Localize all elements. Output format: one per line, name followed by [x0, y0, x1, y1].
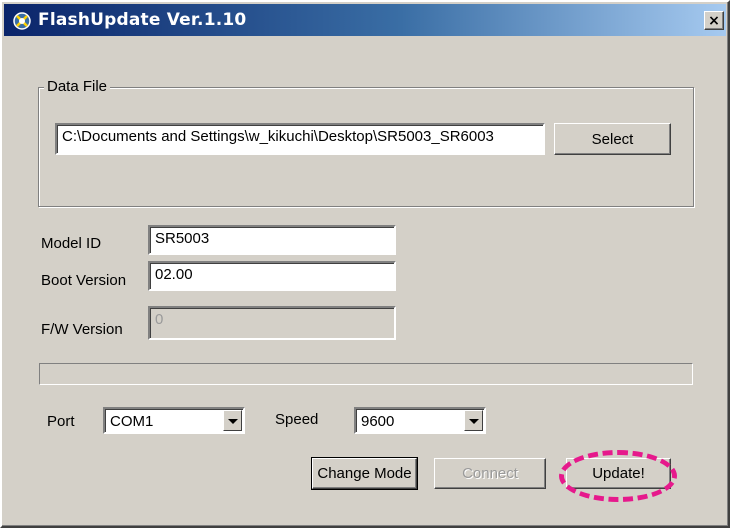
connect-button: Connect: [434, 458, 546, 489]
port-selected-value: COM1: [110, 413, 154, 430]
fw-version-field: 0: [148, 306, 396, 340]
change-mode-button[interactable]: Change Mode: [311, 457, 418, 490]
model-id-field[interactable]: SR5003: [148, 225, 396, 255]
close-button[interactable]: ×: [704, 11, 724, 30]
title-bar[interactable]: FlashUpdate Ver.1.10 ×: [4, 4, 726, 36]
boot-version-field[interactable]: 02.00: [148, 261, 396, 291]
data-file-group-label: Data File: [44, 78, 111, 95]
fw-version-label: F/W Version: [41, 321, 123, 338]
window-title: FlashUpdate Ver.1.10: [38, 10, 247, 30]
select-button[interactable]: Select: [554, 123, 671, 155]
flashupdate-window: FlashUpdate Ver.1.10 × Data File C:\Docu…: [0, 0, 730, 528]
speed-combobox[interactable]: 9600: [354, 407, 486, 434]
highlight-annotation: [559, 450, 677, 502]
speed-selected-value: 9600: [361, 413, 395, 430]
app-icon: [13, 12, 31, 30]
data-file-path-field[interactable]: C:\Documents and Settings\w_kikuchi\Desk…: [55, 123, 545, 155]
speed-label: Speed: [275, 411, 319, 428]
chevron-down-icon[interactable]: [223, 410, 242, 431]
boot-version-label: Boot Version: [41, 272, 127, 289]
port-label: Port: [47, 413, 75, 430]
chevron-down-icon[interactable]: [464, 410, 483, 431]
progress-bar: [39, 363, 693, 385]
model-id-label: Model ID: [41, 235, 102, 252]
port-combobox[interactable]: COM1: [103, 407, 245, 434]
